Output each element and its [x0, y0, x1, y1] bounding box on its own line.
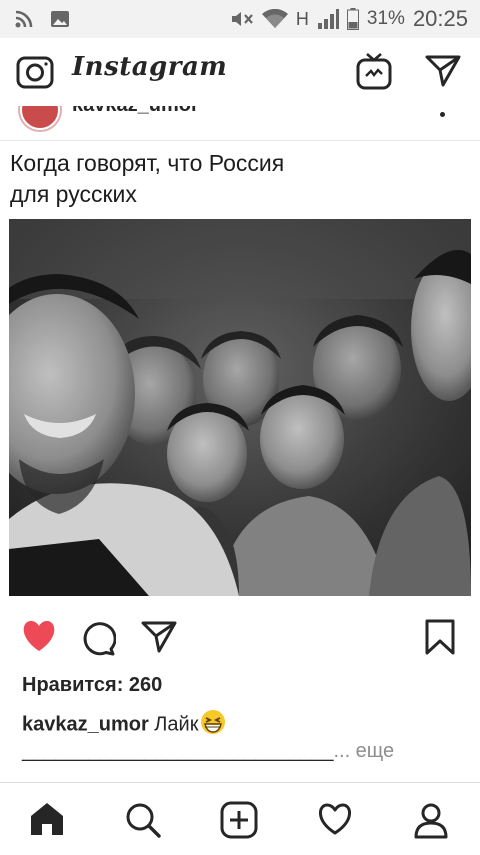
heart-icon[interactable] [20, 618, 58, 659]
status-bar: H 31% 20:25 [0, 0, 480, 38]
caption-comment: kavkaz_umor Лайк [22, 709, 226, 741]
direct-message-icon[interactable] [424, 54, 462, 93]
post-header: kavkaz_umor [0, 106, 480, 141]
igtv-icon[interactable] [356, 52, 392, 95]
network-type: H [295, 8, 309, 29]
post-photo[interactable] [9, 219, 471, 596]
camera-icon[interactable] [16, 54, 54, 95]
more-link[interactable]: ... еще [333, 740, 394, 762]
likes-count[interactable]: Нравится: 260 [22, 674, 162, 697]
share-icon[interactable] [140, 620, 178, 659]
comment-icon[interactable] [80, 620, 117, 661]
battery-percent: 31% [366, 8, 405, 29]
gallery-icon [50, 9, 70, 29]
bookmark-icon[interactable] [424, 618, 456, 661]
battery-icon [346, 8, 359, 30]
caption-continuation: ____________________________... еще [22, 740, 394, 763]
clock: 20:25 [412, 6, 468, 31]
mute-icon [230, 9, 254, 29]
wifi-icon [261, 9, 288, 29]
home-icon[interactable] [28, 801, 66, 842]
avatar[interactable] [20, 106, 60, 130]
search-icon[interactable] [124, 801, 162, 844]
caption-line-1: Когда говорят, что Россия [10, 150, 285, 176]
more-options-icon[interactable] [440, 112, 445, 117]
post-actions [0, 618, 480, 664]
comment-username[interactable]: kavkaz_umor [22, 713, 149, 735]
caption-line-2: для русских [10, 181, 137, 207]
caption-underscores: ____________________________ [22, 740, 334, 762]
comment-text: Лайк [148, 713, 199, 736]
post-username[interactable]: kavkaz_umor [72, 106, 199, 117]
post-image-caption: Когда говорят, что Россия для русских [10, 148, 470, 210]
profile-icon[interactable] [412, 801, 450, 844]
grinning-emoji-icon [200, 709, 226, 741]
app-logo: Instagram [72, 52, 228, 82]
signal-icon [317, 9, 339, 29]
bottom-navigation [0, 782, 480, 855]
top-app-bar: Instagram [0, 38, 480, 107]
rss-icon [14, 9, 34, 29]
activity-icon[interactable] [316, 801, 354, 842]
add-post-icon[interactable] [220, 801, 258, 844]
